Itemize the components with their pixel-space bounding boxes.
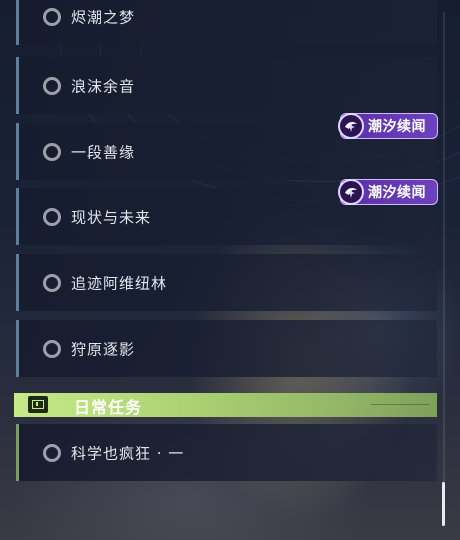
scrollbar-thumb[interactable] [442, 482, 445, 526]
daily-tasks-header[interactable]: 日常任务 [14, 393, 437, 417]
task-board-icon [28, 396, 48, 413]
daily-quest-item[interactable]: 科学也疯狂 · 一 [16, 424, 437, 481]
quest-status-circle-icon [43, 273, 61, 292]
quest-status-circle-icon [43, 207, 61, 226]
quest-status-circle-icon [43, 7, 61, 26]
scrollbar-track[interactable] [443, 12, 445, 526]
quest-label: 一段善缘 [71, 143, 136, 161]
badge-label: 潮汐续闻 [368, 185, 426, 201]
badge-label: 潮汐续闻 [368, 119, 426, 135]
spark-swirl-icon [338, 113, 364, 139]
quest-status-circle-icon [43, 142, 61, 161]
quest-label: 追迹阿维纽林 [71, 274, 168, 292]
quest-label: 浪沫余音 [71, 77, 136, 95]
quest-status-circle-icon [43, 76, 61, 95]
quest-label: 烬潮之梦 [71, 8, 136, 26]
quest-item[interactable]: 狩原逐影 [16, 320, 437, 377]
section-title: 日常任务 [74, 398, 143, 417]
quest-item[interactable]: 追迹阿维纽林 [16, 254, 437, 311]
header-divider [371, 404, 429, 405]
quest-status-circle-icon [43, 339, 61, 358]
quest-label: 科学也疯狂 · 一 [71, 444, 185, 462]
spark-swirl-icon [338, 179, 364, 205]
quest-label: 狩原逐影 [71, 340, 136, 358]
quest-status-circle-icon [43, 443, 61, 462]
quest-item[interactable]: 浪沫余音 [16, 57, 437, 114]
tide-stories-badge[interactable]: 潮汐续闻 [338, 179, 438, 205]
tide-stories-badge[interactable]: 潮汐续闻 [338, 113, 438, 139]
quest-item[interactable]: 烬潮之梦 [16, 0, 437, 45]
quest-label: 现状与未来 [71, 208, 152, 226]
